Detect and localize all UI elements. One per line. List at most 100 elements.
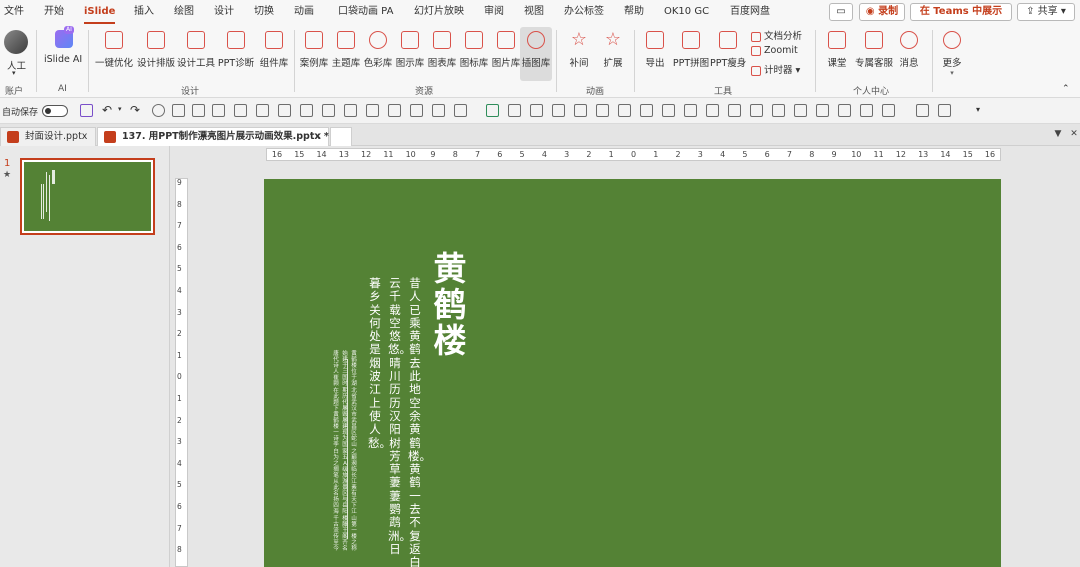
more-button[interactable]: 更多 ▾	[938, 27, 966, 81]
ribbon-button[interactable]: 专属客服	[852, 27, 896, 81]
ribbon-button[interactable]: ☆ 补间	[563, 27, 595, 81]
equation-icon[interactable]	[728, 104, 741, 117]
menu-tab[interactable]: 动画	[294, 0, 314, 24]
menu-tab[interactable]: 视图	[524, 0, 544, 24]
ribbon-button[interactable]: 课堂	[822, 27, 852, 81]
fill-icon[interactable]	[432, 104, 445, 117]
description-column[interactable]: 始建于三国时期历代屡毁屡建现为国家五A级旅游景区与岳阳楼滕王阁齐名	[341, 351, 349, 552]
smartart-icon[interactable]	[596, 104, 609, 117]
menu-tab[interactable]: 百度网盘	[730, 0, 770, 24]
menu-tab[interactable]: 切换	[254, 0, 274, 24]
shape-icon[interactable]	[172, 104, 185, 117]
ribbon-button[interactable]: 消息	[896, 27, 922, 81]
poem-column[interactable]: 暮乡关何处是烟波江上使人愁。	[368, 276, 391, 450]
align-left-icon[interactable]	[234, 104, 247, 117]
menu-tab[interactable]: 帮助	[624, 0, 644, 24]
file-tab-active[interactable]: 137. 用PPT制作漂亮图片展示动画效果.pptx * ×	[97, 127, 329, 146]
layer-icon[interactable]	[344, 104, 357, 117]
video-icon[interactable]	[618, 104, 631, 117]
flip-icon[interactable]	[410, 104, 423, 117]
format-icon[interactable]	[192, 104, 205, 117]
ribbon-button[interactable]: 设计排版	[136, 27, 176, 81]
screenshot-icon[interactable]	[508, 104, 521, 117]
ribbon-button[interactable]: 图标库	[458, 27, 490, 81]
undo-icon[interactable]: ↶	[102, 103, 112, 117]
crop-image-icon[interactable]	[750, 104, 763, 117]
ribbon-button[interactable]: 色彩库	[362, 27, 394, 81]
customize-qat-icon[interactable]: ▾	[976, 105, 980, 114]
audio-icon[interactable]	[640, 104, 653, 117]
link-icon[interactable]	[662, 104, 675, 117]
menu-tab[interactable]: 开始	[44, 0, 64, 24]
pen-icon[interactable]	[916, 104, 929, 117]
file-tab[interactable]: 封面设计.pptx	[0, 127, 96, 146]
comment-icon[interactable]: ▭	[829, 3, 853, 21]
menu-tab[interactable]: 文件	[4, 0, 24, 24]
ribbon-button[interactable]: 图示库	[394, 27, 426, 81]
avatar[interactable]	[4, 30, 28, 54]
ribbon-button[interactable]: 案例库	[298, 27, 330, 81]
circle-icon[interactable]	[152, 104, 165, 117]
table-icon[interactable]	[212, 104, 225, 117]
picture-icon[interactable]	[486, 104, 499, 117]
save-icon[interactable]	[80, 104, 93, 117]
ribbon-button[interactable]: 图片库	[490, 27, 522, 81]
highlighter-icon[interactable]	[938, 104, 951, 117]
menu-tab[interactable]: iSlide	[84, 0, 116, 24]
comment-add-icon[interactable]	[684, 104, 697, 117]
redo-icon[interactable]: ↷	[130, 103, 140, 117]
textbox-icon[interactable]	[530, 104, 543, 117]
autosave-toggle[interactable]	[42, 105, 68, 117]
close-icon[interactable]: ×	[314, 128, 322, 146]
menu-tab[interactable]: 插入	[134, 0, 154, 24]
ribbon-button[interactable]: 插图库	[520, 27, 552, 81]
slide-title[interactable]: 黄鹤楼	[430, 251, 470, 359]
distribute-icon[interactable]	[300, 104, 313, 117]
poem-column[interactable]: 昔人已乘黄鹤去此地空余黄鹤楼。黄鹤一去不复返白	[408, 276, 431, 567]
ribbon-button[interactable]: PPT诊断	[216, 27, 256, 81]
chart-icon[interactable]	[574, 104, 587, 117]
record-button[interactable]: ◉ 录制	[859, 3, 905, 21]
menu-tab[interactable]: 审阅	[484, 0, 504, 24]
menu-tab[interactable]: 口袋动画 PA	[338, 0, 393, 24]
share-button[interactable]: ⇪ 共享 ▾	[1017, 3, 1075, 21]
description-column[interactable]: 黄鹤楼位于湖北省武汉市武昌区蛇山之巅濒临长江素有天下江山第一楼之称	[350, 351, 358, 552]
group-icon[interactable]	[322, 104, 335, 117]
rotate-icon[interactable]	[388, 104, 401, 117]
collapse-ribbon-icon[interactable]: ⌃	[1062, 84, 1070, 94]
align-center-icon[interactable]	[256, 104, 269, 117]
menu-tab[interactable]: 设计	[214, 0, 234, 24]
timer-button[interactable]: 计时器 ▾	[751, 62, 800, 76]
ribbon-button[interactable]: 设计工具	[176, 27, 216, 81]
new-tab-button[interactable]	[330, 127, 352, 146]
close-icon[interactable]: ✕	[1068, 128, 1080, 140]
menu-tab[interactable]: 绘图	[174, 0, 194, 24]
crop-icon[interactable]	[366, 104, 379, 117]
menu-tab[interactable]: OK10 GC	[664, 0, 709, 24]
resize-icon[interactable]	[772, 104, 785, 117]
ribbon-button[interactable]: PPT拼图	[672, 27, 710, 81]
ribbon-button[interactable]: PPT瘦身	[710, 27, 746, 81]
teams-present-button[interactable]: 在 Teams 中展示	[910, 3, 1012, 21]
eyedropper-icon[interactable]	[794, 104, 807, 117]
menu-tab[interactable]: 办公标签	[564, 0, 604, 24]
islide-ai-button[interactable]: iSlide AI	[44, 54, 82, 65]
doc-analysis-button[interactable]: 文档分析	[751, 28, 802, 42]
poem-column[interactable]: 云千载空悠悠。晴川历历汉阳树芳草萋萋鹦鹉洲。日	[388, 276, 411, 556]
slide-canvas[interactable]: 黄鹤楼 昔人已乘黄鹤去此地空余黄鹤楼。黄鹤一去不复返白 云千载空悠悠。晴川历历汉阳…	[264, 179, 1001, 567]
account-label[interactable]: 人工	[7, 58, 26, 72]
ribbon-button[interactable]: 组件库	[256, 27, 292, 81]
lasso-icon[interactable]	[860, 104, 873, 117]
ink-icon[interactable]	[882, 104, 895, 117]
ribbon-button[interactable]: ☆ 扩展	[597, 27, 629, 81]
ribbon-button[interactable]: 图表库	[426, 27, 458, 81]
outline-icon[interactable]	[454, 104, 467, 117]
icon-insert-icon[interactable]	[552, 104, 565, 117]
slide-thumbnail[interactable]	[20, 158, 155, 235]
align-right-icon[interactable]	[278, 104, 291, 117]
chevron-down-icon[interactable]: ▾	[118, 105, 122, 113]
symbol-icon[interactable]	[706, 104, 719, 117]
tab-list-dropdown-icon[interactable]: ▼	[1052, 128, 1064, 140]
ribbon-button[interactable]: 一键优化	[94, 27, 134, 81]
menu-tab[interactable]: 幻灯片放映	[414, 0, 464, 24]
